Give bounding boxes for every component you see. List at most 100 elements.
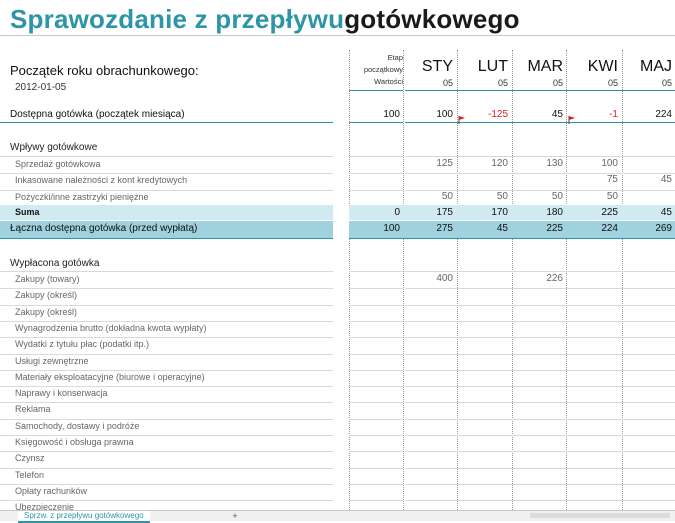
month-value-cell[interactable]: 45 bbox=[624, 174, 672, 185]
row-rule bbox=[349, 418, 403, 420]
row-rule bbox=[0, 435, 333, 436]
month-value-cell[interactable]: 130 bbox=[515, 158, 563, 169]
month-year: 05 bbox=[497, 78, 508, 88]
month-value-cell[interactable]: 100 bbox=[570, 158, 618, 169]
sum-label: Suma bbox=[15, 207, 40, 217]
month-value-cell[interactable]: 400 bbox=[405, 273, 453, 284]
month-value-cell[interactable]: 125 bbox=[405, 158, 453, 169]
fiscal-year-start-date[interactable]: 2012-01-05 bbox=[15, 82, 66, 93]
row-rule bbox=[349, 271, 403, 272]
row-rule bbox=[349, 304, 403, 306]
row-rule bbox=[0, 173, 333, 175]
row-rule bbox=[349, 189, 403, 191]
total-underline bbox=[349, 238, 675, 239]
month-value-cell[interactable]: 75 bbox=[570, 174, 618, 185]
month-value-cell[interactable]: 45 bbox=[624, 207, 672, 218]
outflow-row-label: Wynagrodzenia brutto (dokładna kwota wyp… bbox=[15, 322, 207, 333]
row-rule bbox=[0, 500, 333, 502]
month-value-cell[interactable]: 225 bbox=[570, 207, 618, 218]
row-rule bbox=[405, 122, 675, 123]
month-header: STY bbox=[421, 58, 453, 75]
outflow-row-label: Czynsz bbox=[15, 453, 45, 464]
outflow-row-label: Zakupy (określ) bbox=[15, 306, 78, 317]
header-rule bbox=[405, 90, 675, 91]
inflow-row-label: Pożyczki/inne zastrzyki pieniężne bbox=[15, 191, 149, 202]
month-value-cell[interactable]: 224 bbox=[570, 223, 618, 234]
month-value-cell[interactable]: 175 bbox=[405, 207, 453, 218]
available-cash-label: Dostępna gotówka (początek miesiąca) bbox=[10, 109, 185, 120]
month-value-cell[interactable]: 50 bbox=[460, 191, 508, 202]
month-value-cell[interactable]: 170 bbox=[460, 207, 508, 218]
outflow-row-label: Wydatki z tytułu płac (podatki itp.) bbox=[15, 339, 149, 350]
title-part-1: Sprawozdanie z przepływu bbox=[10, 4, 345, 34]
row-rule bbox=[405, 467, 675, 469]
row-rule bbox=[405, 304, 675, 306]
initial-value-cell[interactable]: 100 bbox=[352, 109, 400, 120]
row-rule bbox=[0, 386, 333, 388]
month-value-cell[interactable]: -125 bbox=[460, 109, 508, 120]
row-rule bbox=[0, 369, 333, 371]
outflow-row-label: Materiały eksploatacyjne (biurowe i oper… bbox=[15, 371, 205, 382]
column-separator bbox=[566, 50, 567, 510]
outflow-row-label: Zakupy (określ) bbox=[15, 290, 78, 301]
horizontal-scrollbar[interactable] bbox=[530, 513, 670, 518]
row-rule bbox=[349, 467, 403, 469]
row-rule bbox=[349, 288, 403, 290]
row-rule bbox=[405, 435, 675, 436]
outflow-row-label: Telefon bbox=[15, 469, 45, 480]
month-year: 05 bbox=[552, 78, 563, 88]
month-value-cell[interactable]: 45 bbox=[460, 223, 508, 234]
row-rule bbox=[349, 386, 403, 388]
month-value-cell[interactable]: 180 bbox=[515, 207, 563, 218]
row-rule bbox=[349, 483, 403, 485]
red-flag-icon bbox=[458, 111, 465, 124]
month-value-cell[interactable]: 120 bbox=[460, 158, 508, 169]
month-year: 05 bbox=[442, 78, 453, 88]
report-title: Sprawozdanie z przepływugotówkowego bbox=[10, 4, 520, 35]
sheet-tab-cash-flow[interactable]: Sprzw. z przepływu gotówkowego bbox=[18, 511, 150, 523]
row-rule bbox=[349, 320, 403, 322]
red-flag-icon bbox=[568, 111, 575, 124]
month-value-cell[interactable]: 50 bbox=[405, 191, 453, 202]
title-underline bbox=[0, 35, 675, 36]
month-year: 05 bbox=[607, 78, 618, 88]
month-header: KWI bbox=[587, 58, 618, 75]
month-value-cell[interactable]: 45 bbox=[515, 109, 563, 120]
month-value-cell[interactable]: 100 bbox=[405, 109, 453, 120]
inflows-header: Wpływy gotówkowe bbox=[10, 142, 98, 153]
row-rule bbox=[405, 386, 675, 388]
outflows-header: Wypłacona gotówka bbox=[10, 258, 100, 269]
outflow-row-label: Reklama bbox=[15, 404, 51, 415]
etap-line-2: początkowy bbox=[363, 65, 403, 74]
row-rule bbox=[349, 337, 403, 339]
etap-line-3: Wartości bbox=[374, 77, 403, 86]
row-rule bbox=[0, 189, 333, 191]
month-value-cell[interactable]: 269 bbox=[624, 223, 672, 234]
outflow-row-label: Usługi zewnętrzne bbox=[15, 355, 89, 366]
title-part-2: gotówkowego bbox=[344, 4, 520, 34]
initial-value-cell[interactable]: 100 bbox=[352, 223, 400, 234]
month-value-cell[interactable]: 224 bbox=[624, 109, 672, 120]
row-rule bbox=[0, 337, 333, 339]
initial-value-cell[interactable]: 0 bbox=[352, 207, 400, 218]
column-separator bbox=[622, 50, 623, 510]
inflow-row-label: Inkasowane należności z kont kredytowych bbox=[15, 175, 188, 186]
total-available-label: Łączna dostępna gotówka (przed wypłatą) bbox=[10, 223, 198, 234]
month-value-cell[interactable]: 50 bbox=[570, 191, 618, 202]
row-rule bbox=[0, 451, 333, 453]
month-value-cell[interactable]: 275 bbox=[405, 223, 453, 234]
row-rule bbox=[405, 353, 675, 355]
inflow-row-label: Sprzedaż gotówkowa bbox=[15, 159, 101, 169]
month-value-cell[interactable]: -1 bbox=[570, 109, 618, 120]
row-rule bbox=[405, 156, 675, 157]
month-value-cell[interactable]: 50 bbox=[515, 191, 563, 202]
row-rule bbox=[405, 288, 675, 290]
column-separator bbox=[403, 50, 404, 510]
month-value-cell[interactable]: 226 bbox=[515, 273, 563, 284]
row-rule bbox=[0, 320, 333, 322]
row-rule bbox=[0, 353, 333, 355]
etap-line-1: Etap bbox=[387, 53, 403, 62]
row-rule bbox=[0, 288, 333, 290]
header-rule bbox=[349, 90, 403, 91]
month-value-cell[interactable]: 225 bbox=[515, 223, 563, 234]
